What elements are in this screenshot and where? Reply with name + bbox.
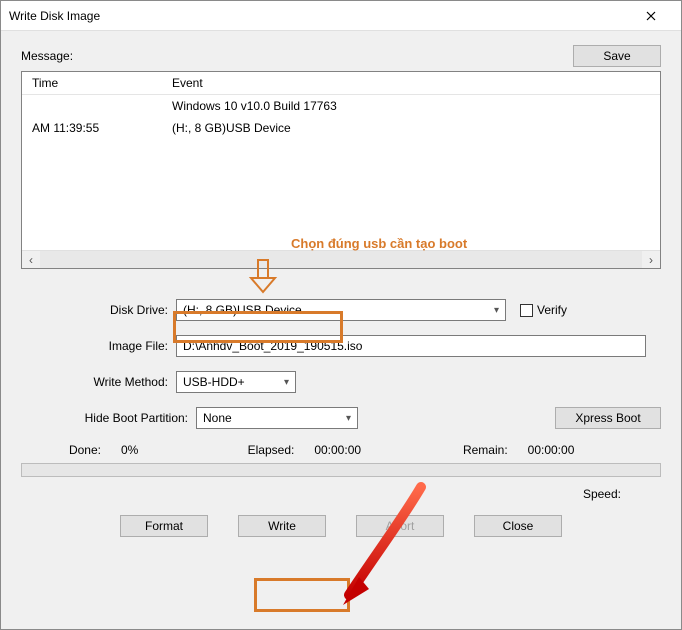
chevron-down-icon: ▾ [284,377,289,388]
titlebar: Write Disk Image [1,1,681,31]
write-method-value: USB-HDD+ [183,375,245,389]
scroll-left-button[interactable]: ‹ [22,251,40,268]
chevron-left-icon: ‹ [29,253,33,267]
verify-label: Verify [537,303,567,317]
log-event: (H:, 8 GB)USB Device [162,117,660,139]
disk-drive-select[interactable]: (H:, 8 GB)USB Device ▾ [176,299,506,321]
window-title: Write Disk Image [9,9,629,23]
annotation-highlight-write [254,578,350,612]
hide-boot-value: None [203,411,232,425]
scroll-right-button[interactable]: › [642,251,660,268]
chevron-right-icon: › [649,253,653,267]
done-label: Done: [21,443,101,457]
remain-label: Remain: [448,443,508,457]
write-disk-image-window: Write Disk Image Message: Save Time Even… [0,0,682,630]
elapsed-label: Elapsed: [234,443,294,457]
elapsed-value: 00:00:00 [314,443,361,457]
disk-drive-label: Disk Drive: [21,303,176,317]
image-file-input[interactable]: D:\Anhdv_Boot_2019_190515.iso [176,335,646,357]
close-window-button[interactable] [629,1,673,31]
save-button[interactable]: Save [573,45,661,67]
hide-boot-label: Hide Boot Partition: [21,411,196,425]
horizontal-scrollbar[interactable]: ‹ › [22,250,660,268]
write-button[interactable]: Write [238,515,326,537]
image-file-value: D:\Anhdv_Boot_2019_190515.iso [183,339,362,353]
speed-label: Speed: [583,487,621,501]
done-value: 0% [121,443,138,457]
hide-boot-select[interactable]: None ▾ [196,407,358,429]
log-time [22,95,162,118]
remain-value: 00:00:00 [528,443,575,457]
chevron-down-icon: ▾ [346,413,351,424]
col-event-header: Event [162,72,660,95]
log-event: Windows 10 v10.0 Build 17763 [162,95,660,118]
image-file-label: Image File: [21,339,176,353]
write-method-select[interactable]: USB-HDD+ ▾ [176,371,296,393]
abort-button[interactable]: Abort [356,515,444,537]
log-time: AM 11:39:55 [22,117,162,139]
log-box: Time Event Windows 10 v10.0 Build 17763 … [21,71,661,269]
log-row: AM 11:39:55 (H:, 8 GB)USB Device [22,117,660,139]
write-method-label: Write Method: [21,375,176,389]
disk-drive-value: (H:, 8 GB)USB Device [183,303,302,317]
xpress-boot-button[interactable]: Xpress Boot [555,407,661,429]
close-button[interactable]: Close [474,515,562,537]
col-time-header: Time [22,72,162,95]
format-button[interactable]: Format [120,515,208,537]
message-label: Message: [21,49,573,63]
log-table: Time Event Windows 10 v10.0 Build 17763 … [22,72,660,139]
chevron-down-icon: ▾ [494,305,499,316]
verify-checkbox[interactable]: Verify [520,303,567,317]
scroll-track[interactable] [40,251,642,268]
log-row: Windows 10 v10.0 Build 17763 [22,95,660,118]
checkbox-box [520,304,533,317]
status-row: Done: 0% Elapsed: 00:00:00 Remain: 00:00… [21,443,661,457]
progress-bar [21,463,661,477]
